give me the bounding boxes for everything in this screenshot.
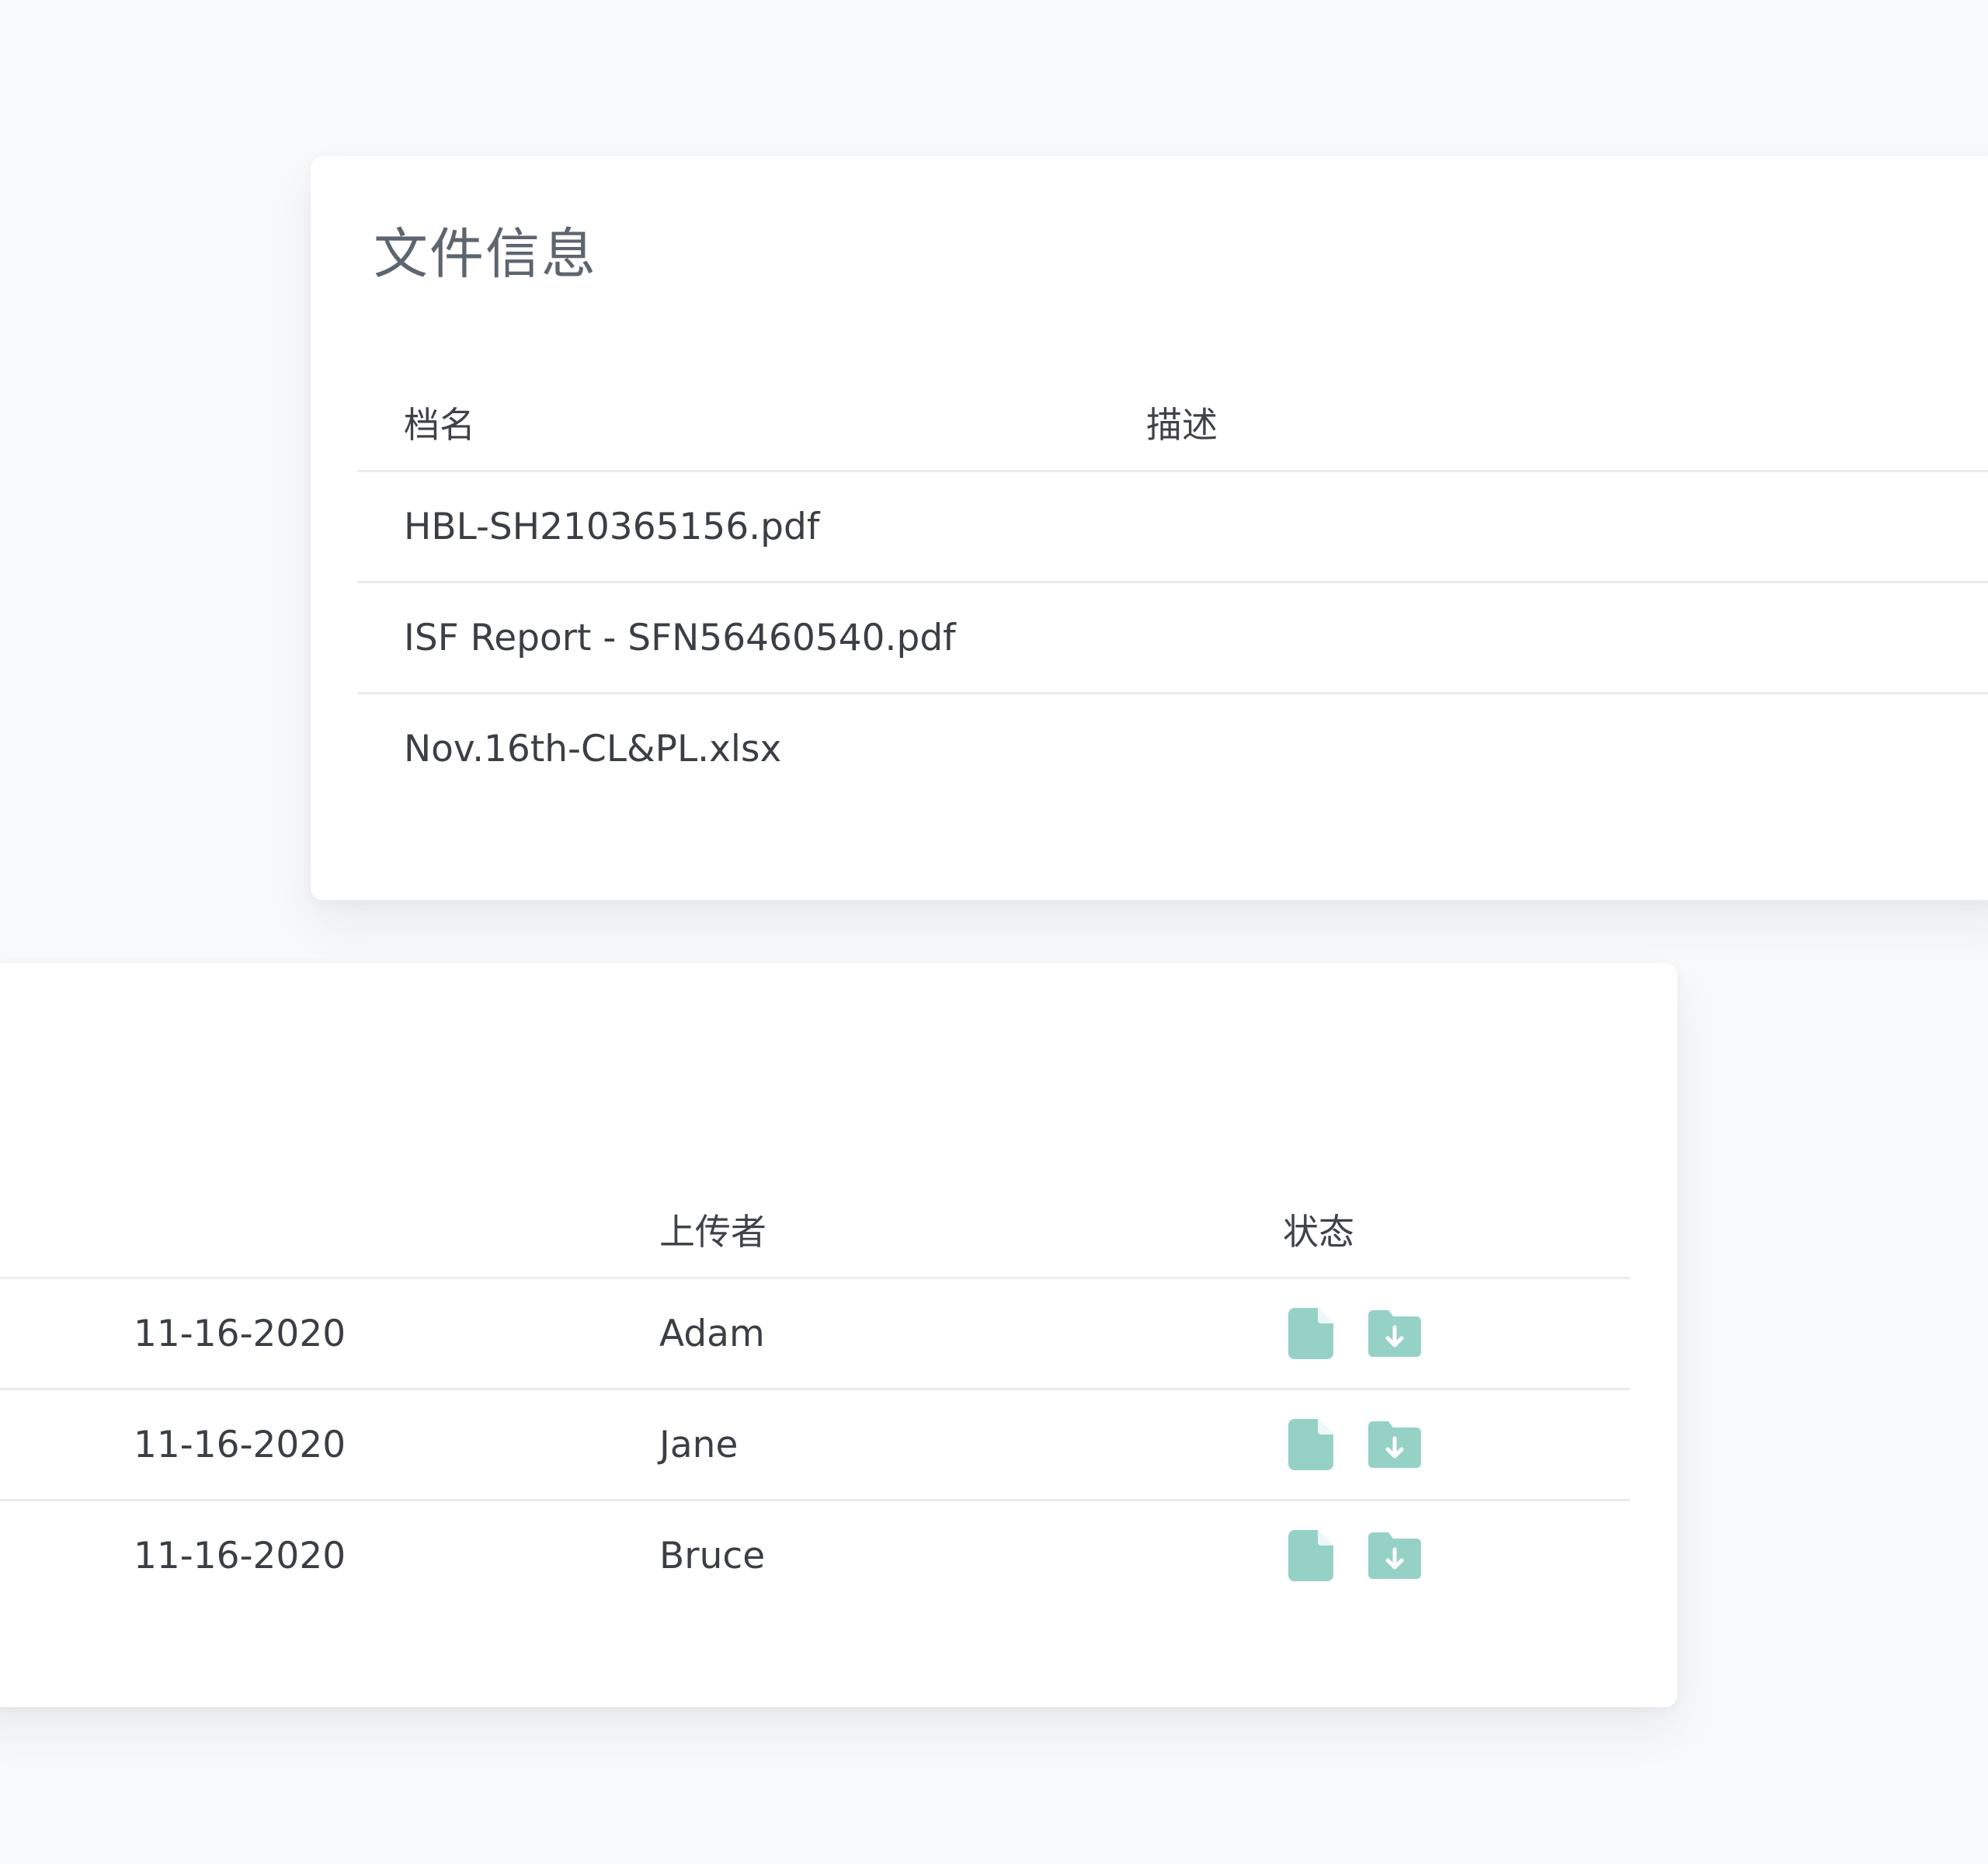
column-header-filename: 档名: [404, 404, 475, 446]
folder-download-icon[interactable]: [1367, 1306, 1423, 1361]
table-row[interactable]: HBL-SH210365156.pdf: [357, 472, 1988, 583]
file-icon[interactable]: [1283, 1528, 1339, 1584]
table-row: 11-16-2020 Adam: [0, 1279, 1630, 1390]
file-name[interactable]: Nov.16th-CL&PL.xlsx: [404, 694, 781, 803]
table-row[interactable]: ISF Report - SFN56460540.pdf: [357, 583, 1988, 694]
upload-date: 11-16-2020: [134, 1312, 346, 1355]
folder-download-icon[interactable]: [1367, 1528, 1423, 1584]
uploads-card: 上传者 状态 11-16-2020 Adam 11-16-2020 Jane 1…: [0, 963, 1677, 1707]
column-header-status: 状态: [1283, 1211, 1354, 1253]
status-actions: [1283, 1501, 1451, 1610]
upload-date: 11-16-2020: [134, 1534, 346, 1577]
table-row[interactable]: Nov.16th-CL&PL.xlsx: [357, 694, 1988, 803]
column-header-description: 描述: [1146, 404, 1218, 446]
table-row: 11-16-2020 Jane: [0, 1390, 1630, 1501]
uploads-table: 上传者 状态 11-16-2020 Adam 11-16-2020 Jane 1…: [0, 1173, 1630, 1610]
status-actions: [1283, 1390, 1451, 1499]
uploader-name: Adam: [659, 1312, 765, 1355]
status-actions: [1283, 1279, 1451, 1388]
table-row: 11-16-2020 Bruce: [0, 1501, 1630, 1610]
uploader-name: Bruce: [659, 1534, 766, 1577]
uploader-name: Jane: [659, 1423, 739, 1466]
files-table: 档名 描述 HBL-SH210365156.pdf ISF Report - S…: [357, 366, 1988, 803]
file-icon[interactable]: [1283, 1306, 1339, 1361]
files-card: 文件信息 档名 描述 HBL-SH210365156.pdf ISF Repor…: [311, 156, 1988, 900]
column-header-uploader: 上传者: [659, 1211, 766, 1253]
file-icon[interactable]: [1283, 1417, 1339, 1473]
folder-download-icon[interactable]: [1367, 1417, 1423, 1473]
files-table-header: 档名 描述: [357, 366, 1988, 472]
file-name[interactable]: HBL-SH210365156.pdf: [404, 472, 819, 581]
files-card-title: 文件信息: [374, 222, 597, 286]
file-name[interactable]: ISF Report - SFN56460540.pdf: [404, 583, 956, 692]
uploads-table-header: 上传者 状态: [0, 1173, 1630, 1279]
upload-date: 11-16-2020: [134, 1423, 346, 1466]
